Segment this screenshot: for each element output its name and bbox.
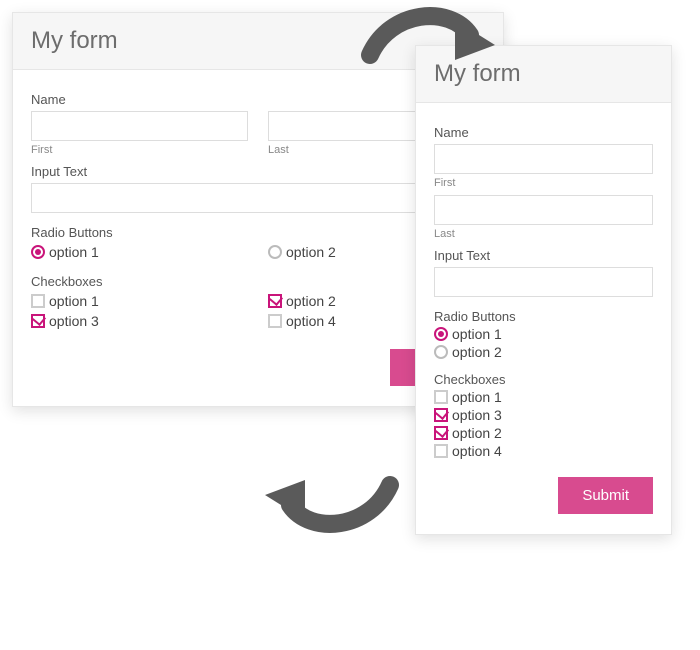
checkbox-icon: [434, 444, 448, 458]
checkbox-icon: [31, 294, 45, 308]
radio-option-1[interactable]: option 1: [434, 326, 653, 342]
checkbox-option[interactable]: option 4: [434, 443, 653, 459]
radio-icon: [31, 245, 45, 259]
checkbox-icon: [434, 408, 448, 422]
checkbox-label: option 1: [452, 389, 502, 405]
text-input[interactable]: [434, 267, 653, 297]
first-name-sublabel: First: [31, 144, 248, 156]
radio-icon: [268, 245, 282, 259]
checkbox-label: option 3: [49, 313, 99, 329]
last-name-input[interactable]: [434, 195, 653, 225]
first-name-input[interactable]: [31, 111, 248, 141]
radio-option-2[interactable]: option 2: [434, 344, 653, 360]
first-name-input[interactable]: [434, 144, 653, 174]
checkbox-label: option 4: [286, 313, 336, 329]
checkbox-label: option 4: [452, 443, 502, 459]
checkbox-icon: [31, 314, 45, 328]
arrow-right-icon: [360, 0, 500, 80]
checkbox-option-1[interactable]: option 1: [31, 293, 248, 309]
last-name-sublabel: Last: [434, 228, 653, 240]
checkbox-option[interactable]: option 2: [434, 425, 653, 441]
input-text-label: Input Text: [434, 248, 653, 263]
arrow-left-icon: [260, 460, 400, 540]
checkbox-label: option 2: [286, 293, 336, 309]
checkbox-group-label: Checkboxes: [434, 372, 653, 387]
checkbox-icon: [268, 294, 282, 308]
checkbox-label: option 3: [452, 407, 502, 423]
radio-icon: [434, 345, 448, 359]
radio-label: option 2: [452, 344, 502, 360]
checkbox-icon: [434, 390, 448, 404]
first-name-sublabel: First: [434, 177, 653, 189]
radio-label: option 1: [49, 244, 99, 260]
checkbox-icon: [434, 426, 448, 440]
submit-button[interactable]: Submit: [558, 477, 653, 514]
checkbox-option[interactable]: option 3: [434, 407, 653, 423]
checkbox-option[interactable]: option 1: [434, 389, 653, 405]
radio-group-label: Radio Buttons: [434, 309, 653, 324]
radio-icon: [434, 327, 448, 341]
form-mobile: My form Name First Last Input Text Radio…: [415, 45, 672, 535]
checkbox-option-3[interactable]: option 3: [31, 313, 248, 329]
form-body: Name First Last Input Text Radio Buttons…: [416, 103, 671, 534]
checkbox-label: option 1: [49, 293, 99, 309]
radio-option-1[interactable]: option 1: [31, 244, 248, 260]
checkbox-label: option 2: [452, 425, 502, 441]
checkbox-icon: [268, 314, 282, 328]
name-label: Name: [434, 125, 653, 140]
radio-label: option 1: [452, 326, 502, 342]
radio-label: option 2: [286, 244, 336, 260]
